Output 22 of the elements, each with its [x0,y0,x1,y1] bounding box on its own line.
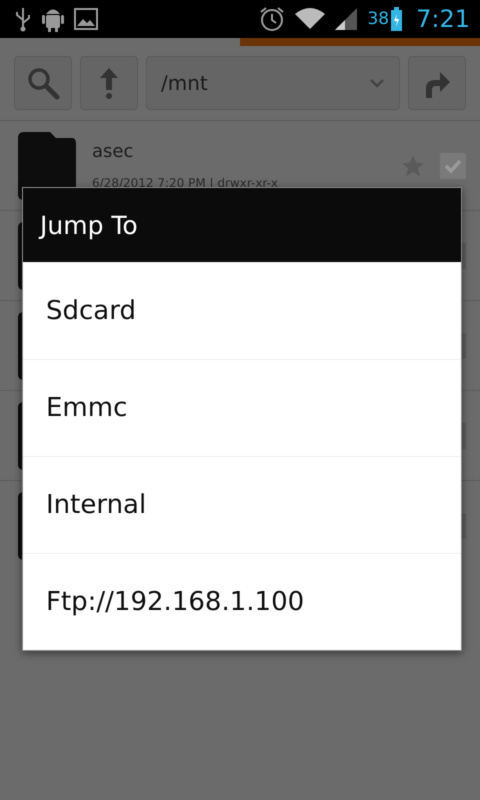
up-button[interactable] [80,56,138,110]
checkbox[interactable] [440,152,466,178]
caret-icon [369,78,385,88]
menu-item[interactable]: Emmc [23,359,461,456]
file-name: asec [92,141,134,162]
menu-item[interactable]: Sdcard [23,262,461,359]
back-button[interactable] [408,56,466,110]
menu-item[interactable]: Ftp://192.168.1.100 [23,553,461,650]
alarm-icon [259,6,286,32]
dialog-title: Jump To [23,188,461,262]
battery-icon [391,7,402,31]
up-arrow-icon [98,66,120,100]
check-icon [444,158,462,172]
clock-time: 7:21 [416,5,470,33]
image-icon [74,8,98,30]
battery-level: 38 [367,9,390,29]
wifi-icon [295,8,326,30]
search-icon [26,66,60,100]
usb-icon [14,6,32,32]
signal-icon [335,8,358,30]
menu-item[interactable]: Internal [23,456,461,553]
search-button[interactable] [14,56,72,110]
